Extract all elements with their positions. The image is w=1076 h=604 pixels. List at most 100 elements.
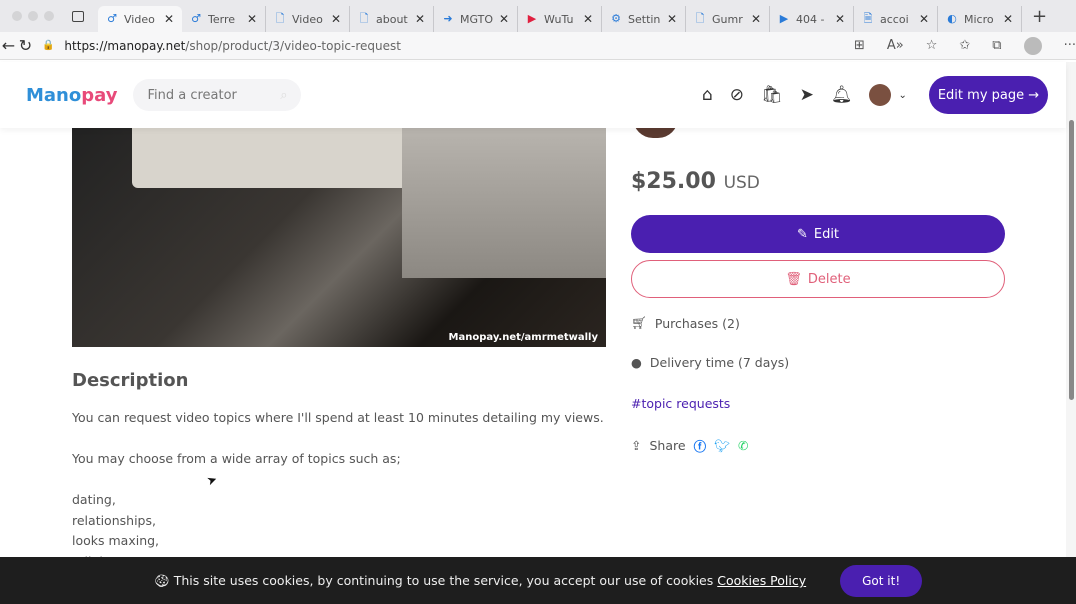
bell-icon[interactable]: 🔔︎ (831, 85, 853, 105)
close-tab-icon[interactable]: ✕ (499, 12, 509, 26)
watermark: Manopay.net/amrmetwally (448, 332, 598, 343)
search-placeholder: Find a creator (147, 87, 237, 103)
address-bar-row: ← ↻ 🔒 https://manopay.net/shop/product/3/… (0, 32, 1076, 60)
gear-icon: ⚙ (611, 12, 621, 25)
browser-tab[interactable]: ♂ Terre ✕ (182, 6, 266, 32)
close-tab-icon[interactable]: ✕ (331, 12, 341, 26)
tab-title: accoi (880, 12, 909, 26)
cart-icon: 🛒︎ (631, 315, 647, 330)
description-body: You can request video topics where I'll … (72, 410, 604, 569)
send-icon[interactable]: ➤ (800, 85, 814, 105)
tab-title: MGTO (460, 12, 493, 26)
tab-title: Video (124, 12, 155, 26)
edge-icon: ◐ (947, 12, 957, 25)
back-icon[interactable]: ← (0, 36, 17, 55)
close-tab-icon[interactable]: ✕ (751, 12, 761, 26)
delivery-time: ● Delivery time (7 days) (631, 355, 790, 370)
play-icon: ▶ (527, 12, 537, 25)
edit-my-page-button[interactable]: Edit my page → (929, 76, 1048, 114)
more-icon[interactable]: ··· (1064, 38, 1076, 53)
browser-tab[interactable]: ◐ Micro ✕ (938, 6, 1022, 32)
tab-title: Gumr (712, 12, 743, 26)
tab-title: Micro (964, 12, 994, 26)
trash-icon: 🗑︎ (785, 271, 802, 287)
url-path: /shop/product/3/video-topic-request (185, 38, 401, 53)
tab-title: 404 - (796, 12, 825, 26)
play-icon: ▶ (779, 12, 789, 25)
page-icon: 🗋 (695, 12, 705, 25)
price: $25.00 USD (631, 169, 760, 194)
browser-tab-bar: ♂ Video ✕ ♂ Terre ✕ 🗋 Video ✕ 🗋 about ✕ ➜ MGTO ✕ ▶ WuTu ✕… (0, 0, 1076, 32)
tab-actions-icon[interactable] (72, 10, 84, 22)
search-icon: ⌕ (280, 87, 288, 103)
page-icon: 🗋 (275, 12, 285, 25)
manopay-icon: ♂ (191, 12, 201, 25)
browser-tab[interactable]: ➜ MGTO ✕ (434, 6, 518, 32)
delete-button[interactable]: 🗑︎ Delete (631, 260, 1005, 298)
new-tab-button[interactable]: + (1022, 6, 1047, 27)
site-header: Manopay Find a creator ⌕ ⌂ ⊘ 🛍︎ ➤ 🔔︎ ⌄ Ed… (0, 62, 1066, 128)
share-icon: ⇪ (631, 438, 642, 453)
browser-tab[interactable]: ▶ 404 - ✕ (770, 6, 854, 32)
cookies-policy-link[interactable]: Cookies Policy (717, 573, 806, 588)
got-it-button[interactable]: Got it! (840, 564, 923, 597)
lock-icon: 🔒 (41, 40, 55, 51)
user-avatar[interactable] (869, 84, 892, 106)
page-icon: 🗋 (359, 12, 369, 25)
close-tab-icon[interactable]: ✕ (667, 12, 677, 26)
shop-icon[interactable]: 🛍︎ (761, 85, 783, 105)
description-title: Description (72, 370, 189, 391)
browser-tab[interactable]: ▶ WuTu ✕ (518, 6, 602, 32)
cookie-icon: 🍪︎ (153, 572, 170, 588)
chevron-down-icon[interactable]: ⌄ (898, 90, 906, 101)
url-input[interactable]: 🔒 https://manopay.net/shop/product/3/vide… (34, 34, 754, 58)
pencil-icon: ✎ (796, 226, 808, 242)
close-tab-icon[interactable]: ✕ (919, 12, 929, 26)
browser-tab[interactable]: 🗋 about ✕ (350, 6, 434, 32)
facebook-icon[interactable]: ⓕ (694, 436, 707, 455)
explore-icon[interactable]: ⊘ (730, 85, 744, 105)
window-controls[interactable] (0, 11, 60, 21)
arrow-icon: ➜ (443, 12, 453, 25)
close-tab-icon[interactable]: ✕ (1003, 12, 1013, 26)
twitter-icon[interactable]: 🐦︎ (714, 438, 730, 454)
favorites-icon[interactable]: ✩ (959, 38, 970, 53)
manopay-logo[interactable]: Manopay (26, 85, 117, 106)
read-aloud-icon[interactable]: A» (887, 38, 904, 53)
profile-icon[interactable] (1023, 36, 1042, 55)
doc-icon: 🗎 (863, 12, 873, 25)
browser-tab[interactable]: 🗋 Video ✕ (266, 6, 350, 32)
cookie-text: This site uses cookies, by continuing to… (173, 573, 714, 588)
close-tab-icon[interactable]: ✕ (415, 12, 425, 26)
purchases[interactable]: 🛒︎ Purchases (2) (631, 315, 740, 331)
tab-title: WuTu (544, 12, 574, 26)
url-domain: https://manopay.net (64, 38, 186, 53)
manopay-icon: ♂ (107, 12, 117, 25)
tab-title: Video (292, 12, 323, 26)
tab-title: Settin (628, 12, 661, 26)
browser-tab[interactable]: 🗋 Gumr ✕ (686, 6, 770, 32)
close-tab-icon[interactable]: ✕ (835, 12, 845, 26)
close-tab-icon[interactable]: ✕ (164, 12, 174, 26)
scrollbar[interactable] (1066, 62, 1076, 557)
product-page: Manopay.net/amrmetwally Description You … (0, 118, 1066, 569)
refresh-icon[interactable]: ↻ (17, 36, 34, 55)
tab-title: Terre (208, 12, 235, 26)
add-favorite-icon[interactable]: ☆ (926, 38, 938, 53)
fire-icon: ● (631, 355, 642, 370)
browser-tab[interactable]: ⚙ Settin ✕ (602, 6, 686, 32)
whatsapp-icon[interactable]: ✆ (738, 438, 748, 453)
browser-tab[interactable]: 🗎 accoi ✕ (854, 6, 938, 32)
tab-title: about (376, 12, 408, 26)
browser-tab[interactable]: ♂ Video ✕ (98, 6, 182, 32)
product-image: Manopay.net/amrmetwally (72, 128, 606, 347)
search-input[interactable]: Find a creator ⌕ (133, 79, 302, 111)
topic-tag-link[interactable]: #topic requests (631, 396, 730, 411)
cookie-banner: 🍪︎ This site uses cookies, by continuing… (0, 557, 1076, 604)
home-icon[interactable]: ⌂ (702, 85, 713, 105)
close-tab-icon[interactable]: ✕ (247, 12, 257, 26)
close-tab-icon[interactable]: ✕ (583, 12, 593, 26)
collections-icon[interactable]: ⧉ (992, 38, 1001, 53)
apps-icon[interactable]: ⊞ (854, 38, 865, 53)
edit-button[interactable]: ✎ Edit (631, 215, 1005, 253)
